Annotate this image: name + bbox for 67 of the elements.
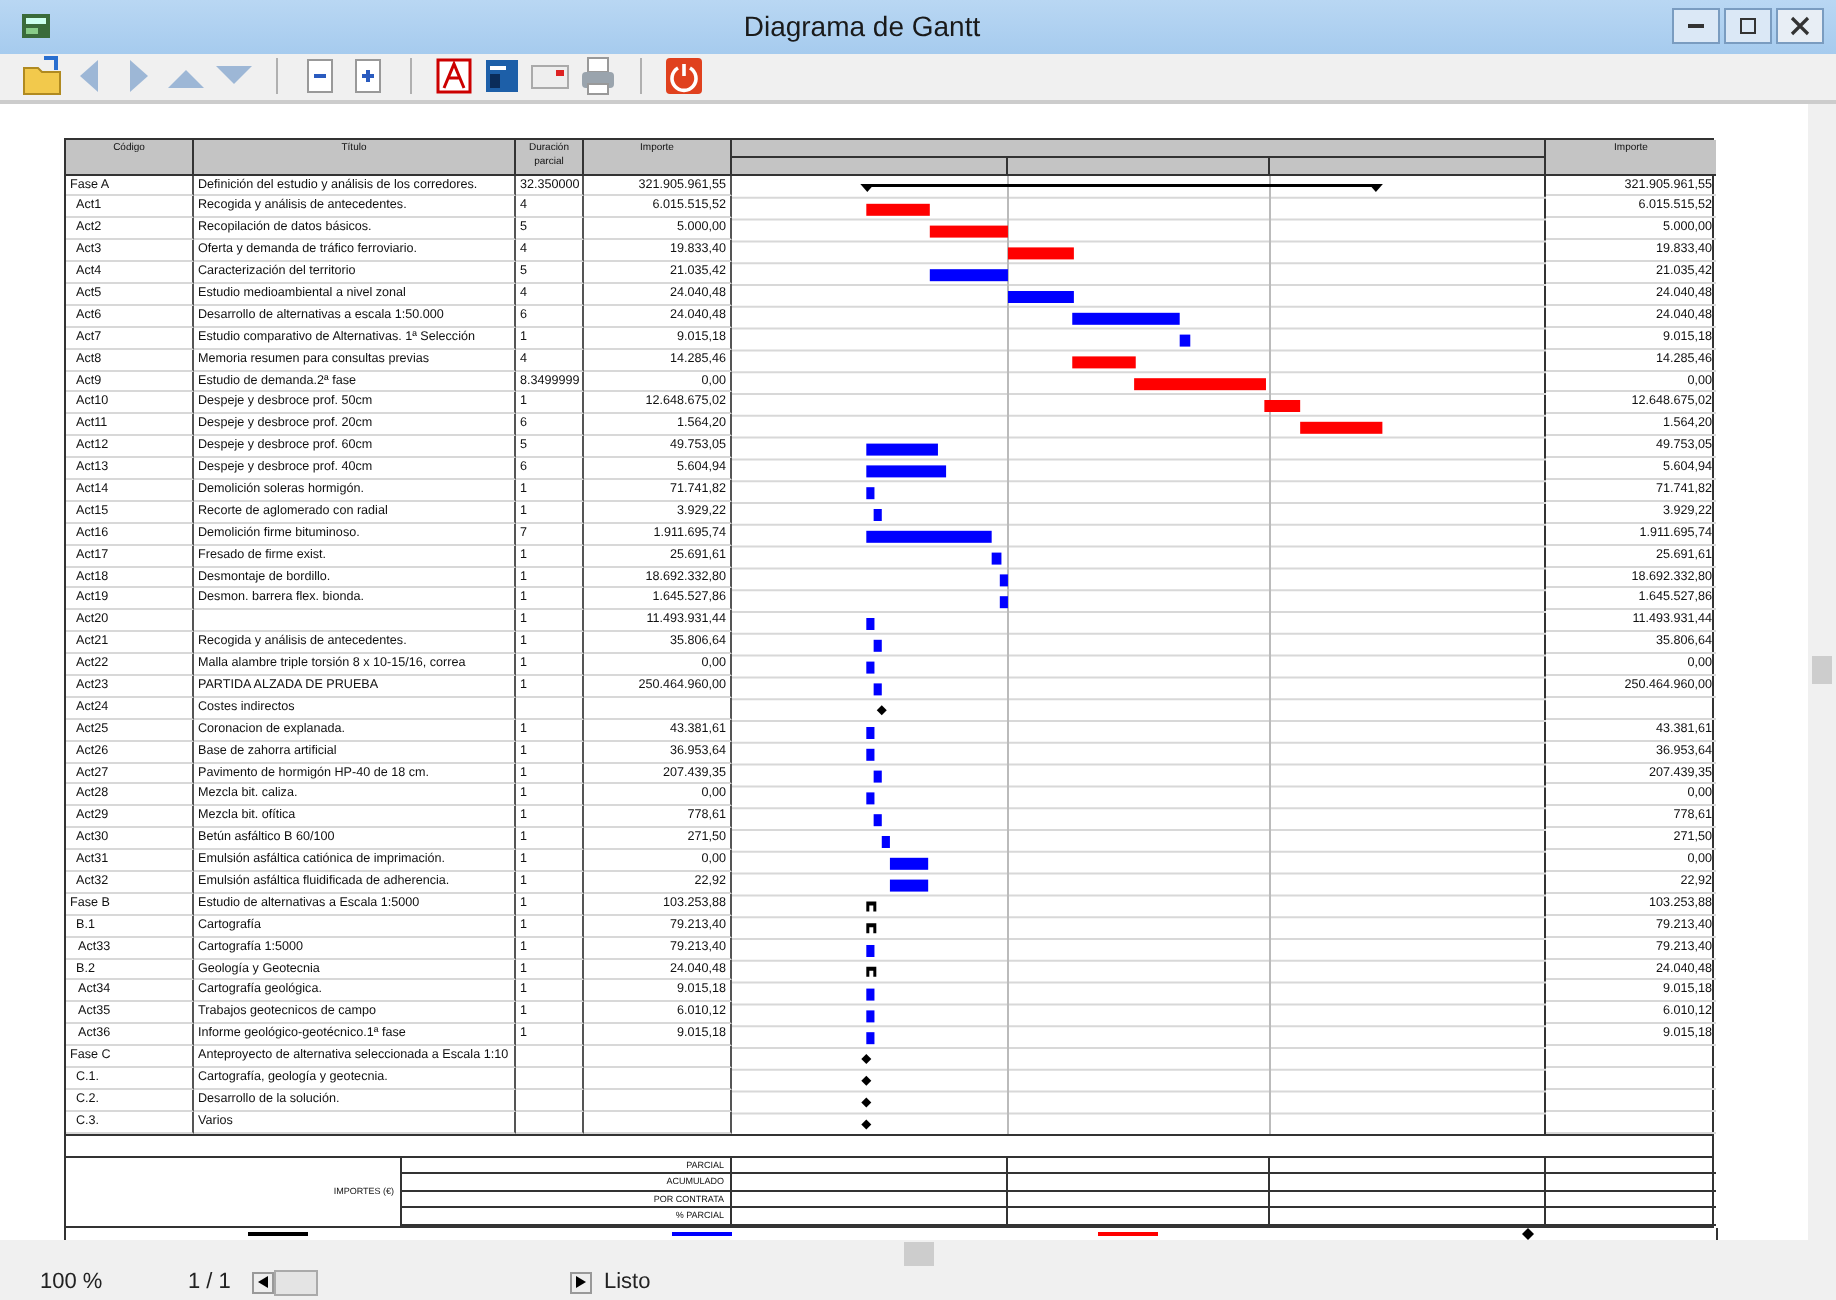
app-icon (20, 10, 52, 43)
triangle-icon (576, 1276, 586, 1289)
task-bar (999, 595, 1008, 608)
phase-marker-icon (866, 900, 877, 911)
milestone-icon (876, 704, 887, 715)
critical-legend-icon (1097, 1232, 1158, 1237)
critical-task-bar (1007, 246, 1074, 259)
triangle-icon (258, 1276, 268, 1289)
power-icon[interactable] (662, 54, 706, 99)
task-bar (881, 835, 890, 848)
scroll-left-button[interactable] (252, 1271, 274, 1294)
close-icon (1790, 16, 1810, 37)
summary-legend-icon (248, 1232, 309, 1237)
task-bar (866, 791, 875, 804)
task-bar (889, 856, 929, 869)
page-indicator: 1 / 1 (188, 1270, 233, 1295)
task-bar (1007, 290, 1074, 303)
task-bar (873, 769, 882, 782)
task-bar (873, 508, 882, 521)
window-title: Diagrama de Gantt (741, 10, 983, 43)
page-scroll-thumb[interactable] (274, 1269, 318, 1296)
table-cell (516, 697, 584, 720)
critical-task-bar (1300, 420, 1383, 433)
scroll-right-button[interactable] (570, 1271, 592, 1294)
task-bar (866, 464, 947, 477)
task-bar (873, 638, 882, 651)
table-cell (516, 1068, 584, 1090)
zoom-level: 100 % (40, 1270, 105, 1295)
task-bar (866, 442, 938, 455)
task-bar (866, 617, 875, 630)
task-bar (873, 813, 882, 826)
task-bar (1179, 333, 1191, 346)
status-text: Listo (604, 1270, 651, 1295)
task-bar (866, 660, 875, 673)
close-button[interactable] (1776, 8, 1824, 45)
task-bar (866, 1009, 875, 1022)
phase-marker-icon (866, 922, 877, 933)
task-bar (866, 944, 875, 957)
phase-marker-icon (866, 965, 877, 976)
printer-icon[interactable] (576, 54, 620, 99)
task-bar (866, 486, 875, 499)
restore-button[interactable] (1724, 8, 1772, 45)
minimize-button[interactable] (1672, 8, 1720, 45)
restore-icon (1738, 16, 1758, 37)
table-cell (516, 1046, 584, 1069)
task-bar (889, 878, 929, 891)
table-cell (516, 1111, 584, 1134)
pdf-icon[interactable] (432, 54, 476, 99)
task-bar (1072, 311, 1180, 324)
critical-task-bar (929, 224, 1008, 237)
task-bar (866, 529, 992, 542)
task-bar (929, 268, 1008, 281)
critical-task-bar (1264, 399, 1301, 412)
task-legend-icon (672, 1232, 733, 1237)
critical-task-bar (1134, 377, 1266, 390)
folder-icon[interactable] (20, 54, 64, 99)
table-cell (516, 1089, 584, 1112)
task-bar (999, 573, 1008, 586)
task-bar (866, 726, 875, 739)
critical-task-bar (1072, 355, 1136, 368)
task-bar (866, 747, 875, 760)
task-bar (873, 682, 882, 695)
minimize-icon (1688, 24, 1704, 29)
task-bar (991, 551, 1002, 564)
task-bar (866, 987, 875, 1000)
task-bar (866, 1031, 875, 1044)
critical-task-bar (866, 202, 930, 215)
